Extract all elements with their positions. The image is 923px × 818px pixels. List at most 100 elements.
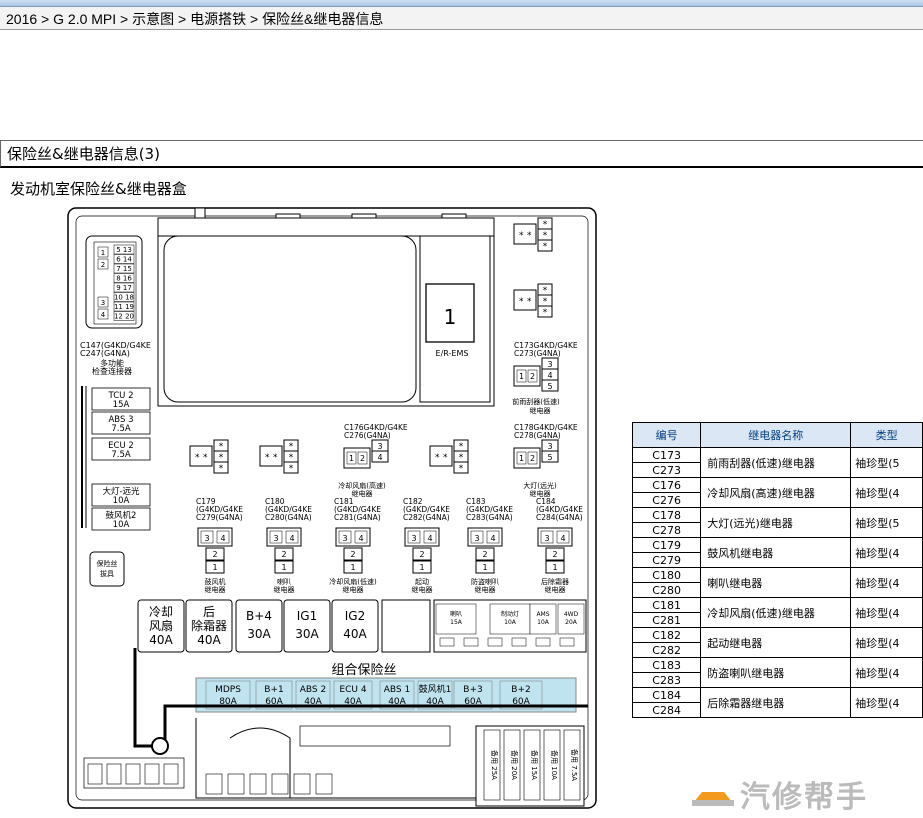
relay-pin: 4 <box>358 534 363 543</box>
spare-fuse: 备用 10A <box>543 729 561 801</box>
car-logo-icon <box>692 792 734 806</box>
fuse: 大灯-远光10A <box>91 483 151 507</box>
relay-code: C273(G4NA) <box>514 349 561 358</box>
relay-pin: 3 <box>342 534 347 543</box>
relay-type-cell: 袖珍型(4 <box>850 477 923 508</box>
relay-pin: 5 <box>547 453 552 462</box>
relay-code-cell: C284 <box>631 702 702 718</box>
relay-pin: 1 <box>419 563 424 572</box>
svg-text:*: * <box>519 231 524 241</box>
relay-name: 继电器 <box>343 585 364 594</box>
relay-code-cell: C280 <box>631 582 702 598</box>
breadcrumb-item[interactable]: 示意图 <box>132 11 174 27</box>
breadcrumb-item[interactable]: 电源搭铁 <box>190 11 246 27</box>
fuse: TCU 215A <box>91 387 151 411</box>
fuse-amp: 10A <box>504 619 517 626</box>
relay-pin: 1 <box>519 454 524 463</box>
relay-code-cell: C282 <box>631 642 702 658</box>
relay-name: 鼓风机 <box>205 577 226 586</box>
fuse: B+430A <box>235 599 283 653</box>
relay-name-cell: 起动继电器 <box>700 627 852 658</box>
relay-name: 继电器 <box>352 489 373 498</box>
relay-pin: 1 <box>349 454 354 463</box>
fuse: 鼓风机210A <box>91 507 151 531</box>
mini-fuse: 4WD20A <box>557 603 585 635</box>
relay-code: C281(G4NA) <box>334 513 381 522</box>
breadcrumb-item[interactable]: 2016 <box>6 11 37 27</box>
relay-pin: 2 <box>552 550 557 559</box>
fuse-amp: 10A <box>537 619 550 626</box>
subsection-title: 发动机室保险丝&继电器盒 <box>10 180 187 198</box>
relay-code-cell: C281 <box>631 612 702 628</box>
relay-name: 继电器 <box>530 406 551 415</box>
fuse-amp: 10A <box>113 496 130 506</box>
combo-fuse-title: 组合保险丝 <box>331 663 396 678</box>
relay-code-cell: C180 <box>631 567 702 583</box>
connector-pin: 5 13 <box>116 246 132 254</box>
table-row: C183 防盗喇叭继电器 袖珍型(4 <box>631 657 923 688</box>
relay-name-cell: 防盗喇叭继电器 <box>700 657 852 688</box>
relay-pin: 1 <box>281 563 286 572</box>
table-row: C184 后除霜器继电器 袖珍型(4 <box>631 687 923 718</box>
fuse-name: 喇叭 <box>450 610 462 618</box>
relay-type-cell: 袖珍型(4 <box>850 687 923 718</box>
fuse-name: IG1 <box>297 609 317 623</box>
relay-name: 继电器 <box>274 585 295 594</box>
relay-code-cell: C173 <box>631 447 702 463</box>
table-header-name: 继电器名称 <box>700 422 852 448</box>
relay-pin: 3 <box>547 360 552 369</box>
relay-code: C280(G4NA) <box>265 513 312 522</box>
fuse-amp: 40A <box>197 633 221 647</box>
connector-pin: 6 14 <box>116 256 132 264</box>
relay-name: 继电器 <box>412 585 433 594</box>
fuse-amp: 15A <box>113 400 130 410</box>
relay-type-cell: 袖珍型(4 <box>850 567 923 598</box>
relay-name-cell: 冷却风扇(低速)继电器 <box>700 597 852 628</box>
relay-name-cell: 鼓风机继电器 <box>700 537 852 568</box>
connector-pin: 7 15 <box>116 265 132 273</box>
fuse-puller[interactable] <box>89 551 125 587</box>
fuse-name: 后 <box>203 605 215 619</box>
relay-name: 起动 <box>415 577 429 586</box>
relay-code-cell: C183 <box>631 657 702 673</box>
table-row: C180 喇叭继电器 袖珍型(4 <box>631 567 923 598</box>
relay-code: C282(G4NA) <box>403 513 450 522</box>
relay-pin: 3 <box>377 442 382 451</box>
relay-code-cell: C179 <box>631 537 702 553</box>
fuse-name: MDPS <box>215 685 241 695</box>
relay-code: C276(G4NA) <box>344 431 391 440</box>
relay-name: 冷却风扇(低速) <box>329 577 377 586</box>
relay-code-cell: C283 <box>631 672 702 688</box>
relay-name: 冷却风扇(高速) <box>338 481 386 490</box>
relay-name-cell: 后除霜器继电器 <box>700 687 852 718</box>
svg-text:*: * <box>435 453 440 463</box>
fuse-amp: 40A <box>149 633 173 647</box>
svg-text:*: * <box>219 464 224 474</box>
fuse-amp: 15A <box>450 619 463 626</box>
section-title: 保险丝&继电器信息(3) <box>0 140 923 168</box>
relay-pin: 2 <box>530 454 535 463</box>
multi-check-connector: 5 136 147 158 169 1710 1811 1912 201234 <box>85 235 143 329</box>
ems-relay-number: 1 <box>444 305 457 329</box>
breadcrumb-item[interactable]: G 2.0 MPI <box>53 11 116 27</box>
relay-code-cell: C184 <box>631 687 702 703</box>
relay-name: 喇叭 <box>277 577 291 586</box>
fuse-name: 冷却 <box>149 605 173 619</box>
svg-text:*: * <box>543 242 548 252</box>
ems-relay: 1 <box>425 283 475 343</box>
relay-name: 前雨刮器(低速) <box>512 397 560 406</box>
connector-pin: 3 <box>101 299 105 307</box>
spare-fuse-label: 备用 10A <box>550 750 559 780</box>
fuse-name: 鼓风机1 <box>419 683 452 695</box>
relay-pin: 2 <box>281 550 286 559</box>
relay-code-cell: C182 <box>631 627 702 643</box>
relay-pin: 1 <box>519 372 524 381</box>
table-row: C176 冷却风扇(高速)继电器 袖珍型(4 <box>631 477 923 508</box>
fuse-amp: 20A <box>565 619 578 626</box>
relay-code: C283(G4NA) <box>466 513 513 522</box>
mini-fuse: AMS10A <box>529 603 557 635</box>
relay-type-cell: 袖珍型(4 <box>850 597 923 628</box>
relay-code: C279(G4NA) <box>196 513 243 522</box>
relay-pin: 3 <box>474 534 479 543</box>
fuse-amp: 30A <box>295 627 319 641</box>
